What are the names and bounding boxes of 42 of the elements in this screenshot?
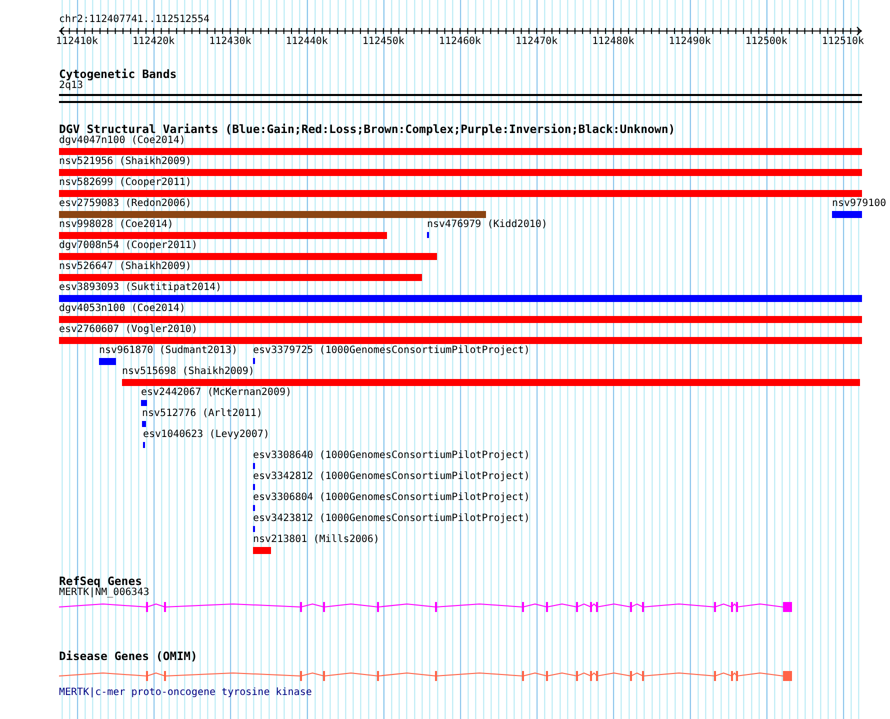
variant-label: esv2759083 (Redon2006) <box>59 198 192 210</box>
variant-label: nsv526647 (Shaikh2009) <box>59 261 192 273</box>
ruler-label: 112440k <box>286 36 328 48</box>
variant-label: esv3893093 (Suktitipat2014) <box>59 282 222 294</box>
variant-label: nsv979100 <box>832 198 886 210</box>
ruler-label: 112410k <box>56 36 98 48</box>
variant-label: esv1040623 (Levy2007) <box>143 429 270 441</box>
variant-label: esv3379725 (1000GenomesConsortiumPilotProject) <box>253 345 530 357</box>
gene-label: MERTK|c-mer proto-oncogene tyrosine kinase <box>59 687 312 699</box>
ruler-label: 112430k <box>209 36 252 48</box>
variant-label: nsv512776 (Arlt2011) <box>142 408 262 420</box>
variant-label: nsv961870 (Sudmant2013) <box>99 345 238 357</box>
variant-label: nsv476979 (Kidd2010) <box>427 219 548 231</box>
ruler-label: 112420k <box>132 36 175 48</box>
track-title: RefSeq Genes <box>59 575 142 587</box>
variant-label: nsv998028 (Coe2014) <box>59 219 174 231</box>
variant-label: nsv521956 (Shaikh2009) <box>59 156 192 168</box>
variant-label: nsv213801 (Mills2006) <box>253 534 380 546</box>
ruler-label: 112450k <box>362 36 404 48</box>
ruler-label: 112510k <box>822 36 864 48</box>
variant-label: dgv4053n100 (Coe2014) <box>59 303 186 315</box>
track-title: Cytogenetic Bands <box>59 68 177 80</box>
variant-label: nsv582699 (Cooper2011) <box>59 177 192 189</box>
variant-label: esv3423812 (1000GenomesConsortiumPilotProject) <box>253 513 530 525</box>
variant-label: esv3342812 (1000GenomesConsortiumPilotProject) <box>253 471 530 483</box>
variant-label: nsv515698 (Shaikh2009) <box>122 366 254 378</box>
variant-label: esv2442067 (McKernan2009) <box>141 387 292 399</box>
track-title: DGV Structural Variants (Blue:Gain;Red:Loss;Brown:Complex;Purple:Inversion;Black:Unknown) <box>59 123 676 135</box>
variant-label: esv2760607 (Vogler2010) <box>59 324 198 336</box>
variant-label: esv3308640 (1000GenomesConsortiumPilotProject) <box>253 450 530 462</box>
ruler-label: 112480k <box>592 36 634 48</box>
variant-label: dgv4047n100 (Coe2014) <box>59 135 186 147</box>
track-title: Disease Genes (OMIM) <box>59 650 198 662</box>
ruler-label: 112460k <box>438 36 482 48</box>
ruler-label: 112490k <box>668 36 711 48</box>
ruler-label: 112470k <box>516 36 558 48</box>
gene-label: MERTK|NM_006343 <box>59 587 150 599</box>
band-label: 2q13 <box>59 80 84 92</box>
variant-label: esv3306804 (1000GenomesConsortiumPilotProject) <box>253 492 530 504</box>
variant-label: dgv7008n54 (Cooper2011) <box>59 240 198 252</box>
region-title: chr2:112407741..112512554 <box>59 14 210 26</box>
ruler-label: 112500k <box>745 36 788 48</box>
